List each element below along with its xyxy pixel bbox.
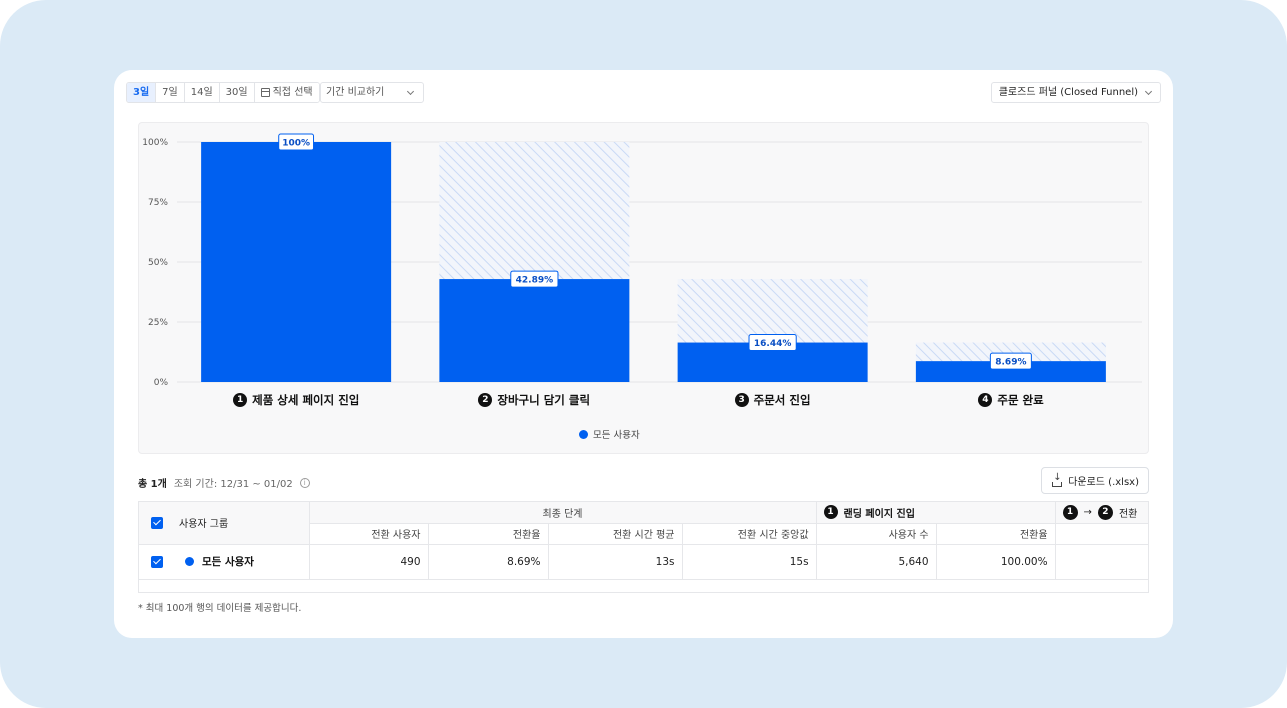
info-icon[interactable]: i — [299, 477, 310, 488]
period-7d-button[interactable]: 7일 — [156, 83, 185, 102]
step-number-badge: 2 — [478, 393, 493, 407]
footnote: * 최대 100개 행의 데이터를 제공합니다. — [138, 603, 302, 614]
result-summary: 총 1개 조회 기간: 12/31 ~ 01/02 i — [138, 475, 310, 490]
group-cell: 모든 사용자 — [139, 544, 310, 580]
period-30d-button[interactable]: 30일 — [219, 83, 255, 102]
chevron-down-icon — [1144, 87, 1153, 96]
dropoff-bar[interactable] — [677, 279, 868, 343]
total-count: 총 1개 — [138, 479, 167, 490]
series-color-dot — [185, 557, 194, 566]
conversion-header: 전환 — [1118, 508, 1138, 520]
category-label: 1 제품 상세 페이지 진입 — [233, 392, 359, 408]
group-header: 사용자 그룹 — [179, 519, 229, 531]
group-header-cell: 사용자 그룹 — [139, 502, 310, 545]
period-selector: 3일 7일 14일 30일 직접 선택 — [126, 82, 320, 103]
table-row[interactable]: 모든 사용자 490 8.69% 13s 15s 5,640 100.00% 1 — [139, 544, 1148, 580]
custom-range-button[interactable]: 직접 선택 — [254, 83, 319, 102]
landing-step-header: 랜딩 페이지 진입 — [843, 508, 915, 520]
table-cell: 15s — [682, 544, 817, 580]
y-tick-label: 0% — [154, 378, 169, 388]
category-label: 4 주문 완료 — [978, 392, 1044, 408]
download-xlsx-button[interactable]: 다운로드 (.xlsx) — [1041, 467, 1149, 494]
y-tick-label: 75% — [148, 198, 168, 208]
y-tick-label: 25% — [148, 318, 168, 328]
dropoff-bar[interactable] — [439, 142, 630, 280]
step-number-badge: 3 — [734, 393, 749, 407]
download-label: 다운로드 (.xlsx) — [1068, 477, 1139, 488]
data-label: 42.89% — [516, 276, 554, 286]
legend-dot — [579, 429, 588, 439]
column-header[interactable]: 전환 사용자 — [309, 523, 429, 545]
funnel-chart: 100% 75% 50% 25% 0% 100% 42.89% 16.44% 8.69% 1 제품… — [138, 122, 1149, 454]
category-label-text: 주문서 진입 — [753, 393, 811, 407]
table-cell: 100.00% — [936, 544, 1056, 580]
chevron-down-icon — [406, 87, 415, 96]
funnel-bar[interactable] — [201, 142, 392, 382]
column-header[interactable]: 전환 시간 중앙값 — [682, 523, 817, 545]
arrow-right-icon: → — [1083, 506, 1092, 518]
y-tick-label: 100% — [142, 138, 168, 148]
y-tick-label: 50% — [148, 258, 168, 268]
group-name: 모든 사용자 — [202, 556, 254, 568]
row-checkbox[interactable] — [151, 555, 163, 568]
query-period: 조회 기간: 12/31 ~ 01/02 — [173, 479, 293, 490]
chart-legend[interactable]: 모든 사용자 — [579, 427, 640, 441]
step-number-badge: 1 — [823, 505, 838, 520]
category-label: 3 주문서 진입 — [734, 392, 811, 408]
column-header[interactable]: 전환율 — [428, 523, 549, 545]
data-label: 100% — [282, 139, 310, 149]
step-number-badge: 1 — [1062, 504, 1078, 520]
select-all-checkbox[interactable] — [151, 516, 163, 529]
step-number-badge: 2 — [1097, 504, 1113, 520]
compare-period-select[interactable]: 기간 비교하기 — [320, 82, 424, 103]
period-3d-button[interactable]: 3일 — [127, 83, 157, 102]
category-label: 2 장바구니 담기 클릭 — [478, 392, 590, 408]
funnel-type-label: 클로즈드 퍼널 (Closed Funnel) — [998, 87, 1138, 98]
column-header — [1055, 523, 1148, 545]
landing-step-header-cell: 1 랜딩 페이지 진입 — [816, 502, 1056, 524]
period-14d-button[interactable]: 14일 — [184, 83, 220, 102]
table-cell: 5,640 — [816, 544, 937, 580]
table-cell: 13s — [548, 544, 683, 580]
category-label-text: 제품 상세 페이지 진입 — [252, 393, 360, 407]
data-label: 8.69% — [995, 358, 1026, 368]
column-header[interactable]: 전환 시간 평균 — [548, 523, 683, 545]
funnel-table: 사용자 그룹 최종 단계 1 랜딩 페이지 진입 1 → 2 전환 전환 사용자… — [138, 501, 1149, 593]
download-icon — [1051, 472, 1063, 487]
funnel-bar[interactable] — [439, 279, 630, 382]
final-step-header: 최종 단계 — [309, 502, 817, 524]
column-header[interactable]: 전환율 — [936, 523, 1056, 545]
calendar-icon — [260, 88, 270, 97]
custom-range-label: 직접 선택 — [272, 87, 313, 98]
table-cell: 8.69% — [428, 544, 549, 580]
table-cell: 490 — [309, 544, 429, 580]
step-number-badge: 1 — [233, 393, 248, 407]
category-label-text: 주문 완료 — [997, 393, 1044, 407]
column-header[interactable]: 사용자 수 — [816, 523, 937, 545]
conversion-header-cell: 1 → 2 전환 — [1055, 502, 1148, 524]
funnel-type-select[interactable]: 클로즈드 퍼널 (Closed Funnel) — [990, 82, 1161, 103]
funnel-report-card: 3일 7일 14일 30일 직접 선택 기간 비교하기 클로즈드 퍼널 (Clo… — [114, 70, 1173, 638]
compare-period-label: 기간 비교하기 — [326, 87, 385, 98]
category-label-text: 장바구니 담기 클릭 — [497, 393, 591, 407]
data-label: 16.44% — [754, 339, 792, 349]
step-number-badge: 4 — [978, 393, 993, 407]
legend-label: 모든 사용자 — [593, 430, 640, 441]
table-cell: 1 — [1055, 544, 1148, 580]
